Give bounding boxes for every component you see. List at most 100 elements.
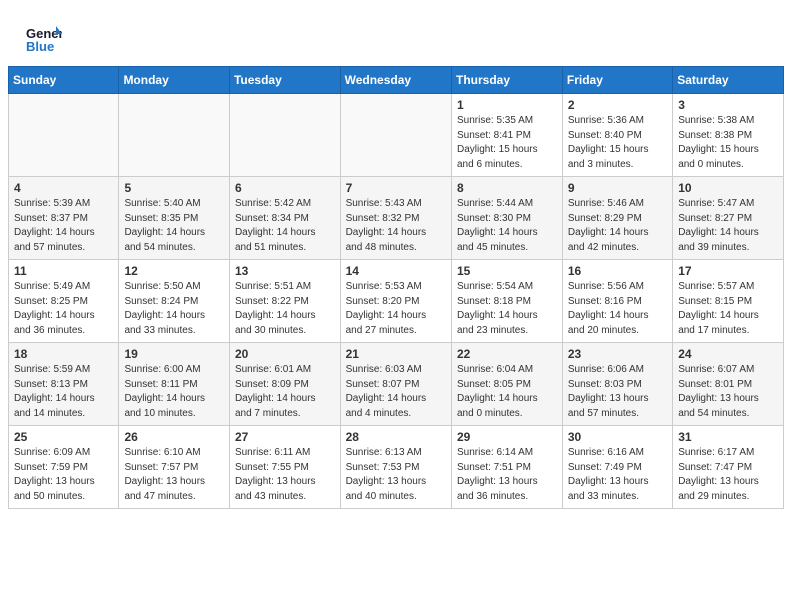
day-number: 17	[678, 264, 778, 278]
day-cell: 20Sunrise: 6:01 AM Sunset: 8:09 PM Dayli…	[229, 343, 340, 426]
day-number: 5	[124, 181, 224, 195]
day-cell: 23Sunrise: 6:06 AM Sunset: 8:03 PM Dayli…	[562, 343, 672, 426]
day-cell: 27 Sunrise: 6:11 AM Sunset: 7:55 PM Dayli…	[229, 426, 340, 509]
day-number: 11	[14, 264, 113, 278]
day-cell: 31 Sunrise: 6:17 AM Sunset: 7:47 PM Dayli…	[673, 426, 784, 509]
day-cell: 4 Sunrise: 5:39 AM Sunset: 8:37 PM Daylig…	[9, 177, 119, 260]
day-cell: 28 Sunrise: 6:13 AM Sunset: 7:53 PM Dayli…	[340, 426, 451, 509]
day-cell: 11 Sunrise: 5:49 AM Sunset: 8:25 PM Dayli…	[9, 260, 119, 343]
day-cell: 10Sunrise: 5:47 AM Sunset: 8:27 PM Dayli…	[673, 177, 784, 260]
day-info: Sunrise: 6:14 AM Sunset: 7:51 PM Dayligh…	[457, 446, 557, 504]
day-number: 6	[235, 181, 335, 195]
day-number: 28	[346, 430, 446, 444]
day-number: 2	[568, 98, 667, 112]
day-info: Sunrise: 6:11 AM Sunset: 7:55 PM Dayligh…	[235, 446, 335, 504]
day-info: Sunrise: 5:54 AM Sunset: 8:18 PM Dayligh…	[457, 280, 557, 338]
day-number: 12	[124, 264, 224, 278]
day-number: 24	[678, 347, 778, 361]
day-number: 25	[14, 430, 113, 444]
day-info: Sunrise: 6:07 AM Sunset: 8:01 PM Dayligh…	[678, 363, 778, 421]
day-number: 29	[457, 430, 557, 444]
weekday-header-thursday: Thursday	[451, 67, 562, 94]
day-info: Sunrise: 6:03 AM Sunset: 8:07 PM Dayligh…	[346, 363, 446, 421]
day-cell	[340, 94, 451, 177]
weekday-header-tuesday: Tuesday	[229, 67, 340, 94]
day-cell: 14Sunrise: 5:53 AM Sunset: 8:20 PM Dayli…	[340, 260, 451, 343]
day-number: 3	[678, 98, 778, 112]
day-cell: 13Sunrise: 5:51 AM Sunset: 8:22 PM Dayli…	[229, 260, 340, 343]
day-info: Sunrise: 6:09 AM Sunset: 7:59 PM Dayligh…	[14, 446, 113, 504]
day-info: Sunrise: 5:42 AM Sunset: 8:34 PM Dayligh…	[235, 197, 335, 255]
day-cell: 17 Sunrise: 5:57 AM Sunset: 8:15 PM Dayli…	[673, 260, 784, 343]
week-row-4: 18 Sunrise: 5:59 AM Sunset: 8:13 PM Dayli…	[9, 343, 784, 426]
week-row-3: 11 Sunrise: 5:49 AM Sunset: 8:25 PM Dayli…	[9, 260, 784, 343]
day-number: 26	[124, 430, 224, 444]
day-info: Sunrise: 5:39 AM Sunset: 8:37 PM Dayligh…	[14, 197, 113, 255]
day-info: Sunrise: 6:13 AM Sunset: 7:53 PM Dayligh…	[346, 446, 446, 504]
week-row-1: 1 Sunrise: 5:35 AM Sunset: 8:41 PM Daylig…	[9, 94, 784, 177]
day-info: Sunrise: 5:57 AM Sunset: 8:15 PM Dayligh…	[678, 280, 778, 338]
day-info: Sunrise: 6:10 AM Sunset: 7:57 PM Dayligh…	[124, 446, 224, 504]
day-cell: 19 Sunrise: 6:00 AM Sunset: 8:11 PM Dayli…	[119, 343, 230, 426]
day-info: Sunrise: 5:46 AM Sunset: 8:29 PM Dayligh…	[568, 197, 667, 255]
logo-icon: General Blue	[24, 18, 62, 56]
day-info: Sunrise: 5:56 AM Sunset: 8:16 PM Dayligh…	[568, 280, 667, 338]
day-cell: 12 Sunrise: 5:50 AM Sunset: 8:24 PM Dayli…	[119, 260, 230, 343]
day-info: Sunrise: 5:51 AM Sunset: 8:22 PM Dayligh…	[235, 280, 335, 338]
day-info: Sunrise: 5:47 AM Sunset: 8:27 PM Dayligh…	[678, 197, 778, 255]
day-cell	[229, 94, 340, 177]
day-info: Sunrise: 6:04 AM Sunset: 8:05 PM Dayligh…	[457, 363, 557, 421]
day-cell: 3 Sunrise: 5:38 AM Sunset: 8:38 PM Daylig…	[673, 94, 784, 177]
weekday-header-friday: Friday	[562, 67, 672, 94]
week-row-5: 25 Sunrise: 6:09 AM Sunset: 7:59 PM Dayli…	[9, 426, 784, 509]
logo: General Blue	[24, 18, 62, 56]
day-number: 31	[678, 430, 778, 444]
day-number: 9	[568, 181, 667, 195]
day-info: Sunrise: 6:16 AM Sunset: 7:49 PM Dayligh…	[568, 446, 667, 504]
day-number: 16	[568, 264, 667, 278]
day-cell: 9 Sunrise: 5:46 AM Sunset: 8:29 PM Daylig…	[562, 177, 672, 260]
day-cell: 26 Sunrise: 6:10 AM Sunset: 7:57 PM Dayli…	[119, 426, 230, 509]
day-cell: 21Sunrise: 6:03 AM Sunset: 8:07 PM Dayli…	[340, 343, 451, 426]
svg-text:Blue: Blue	[26, 39, 54, 54]
day-info: Sunrise: 5:49 AM Sunset: 8:25 PM Dayligh…	[14, 280, 113, 338]
day-cell: 2 Sunrise: 5:36 AM Sunset: 8:40 PM Daylig…	[562, 94, 672, 177]
day-info: Sunrise: 5:44 AM Sunset: 8:30 PM Dayligh…	[457, 197, 557, 255]
day-info: Sunrise: 5:40 AM Sunset: 8:35 PM Dayligh…	[124, 197, 224, 255]
day-cell: 22 Sunrise: 6:04 AM Sunset: 8:05 PM Dayli…	[451, 343, 562, 426]
day-number: 15	[457, 264, 557, 278]
day-info: Sunrise: 5:38 AM Sunset: 8:38 PM Dayligh…	[678, 114, 778, 172]
weekday-header-row: SundayMondayTuesdayWednesdayThursdayFrid…	[9, 67, 784, 94]
day-info: Sunrise: 6:00 AM Sunset: 8:11 PM Dayligh…	[124, 363, 224, 421]
day-cell: 8 Sunrise: 5:44 AM Sunset: 8:30 PM Daylig…	[451, 177, 562, 260]
day-info: Sunrise: 6:17 AM Sunset: 7:47 PM Dayligh…	[678, 446, 778, 504]
day-cell: 24 Sunrise: 6:07 AM Sunset: 8:01 PM Dayli…	[673, 343, 784, 426]
day-number: 4	[14, 181, 113, 195]
weekday-header-sunday: Sunday	[9, 67, 119, 94]
header: General Blue	[0, 0, 792, 66]
day-info: Sunrise: 5:59 AM Sunset: 8:13 PM Dayligh…	[14, 363, 113, 421]
day-info: Sunrise: 5:53 AM Sunset: 8:20 PM Dayligh…	[346, 280, 446, 338]
day-number: 1	[457, 98, 557, 112]
day-cell: 29 Sunrise: 6:14 AM Sunset: 7:51 PM Dayli…	[451, 426, 562, 509]
day-info: Sunrise: 5:35 AM Sunset: 8:41 PM Dayligh…	[457, 114, 557, 172]
day-cell: 1 Sunrise: 5:35 AM Sunset: 8:41 PM Daylig…	[451, 94, 562, 177]
day-cell: 16 Sunrise: 5:56 AM Sunset: 8:16 PM Dayli…	[562, 260, 672, 343]
day-number: 18	[14, 347, 113, 361]
weekday-header-monday: Monday	[119, 67, 230, 94]
day-info: Sunrise: 5:36 AM Sunset: 8:40 PM Dayligh…	[568, 114, 667, 172]
day-cell: 15 Sunrise: 5:54 AM Sunset: 8:18 PM Dayli…	[451, 260, 562, 343]
day-number: 22	[457, 347, 557, 361]
day-cell: 7Sunrise: 5:43 AM Sunset: 8:32 PM Daylig…	[340, 177, 451, 260]
calendar-table: SundayMondayTuesdayWednesdayThursdayFrid…	[8, 66, 784, 509]
day-cell: 25 Sunrise: 6:09 AM Sunset: 7:59 PM Dayli…	[9, 426, 119, 509]
weekday-header-wednesday: Wednesday	[340, 67, 451, 94]
day-info: Sunrise: 5:43 AM Sunset: 8:32 PM Dayligh…	[346, 197, 446, 255]
day-number: 19	[124, 347, 224, 361]
day-cell: 30Sunrise: 6:16 AM Sunset: 7:49 PM Dayli…	[562, 426, 672, 509]
day-cell: 18 Sunrise: 5:59 AM Sunset: 8:13 PM Dayli…	[9, 343, 119, 426]
day-number: 27	[235, 430, 335, 444]
day-info: Sunrise: 5:50 AM Sunset: 8:24 PM Dayligh…	[124, 280, 224, 338]
week-row-2: 4 Sunrise: 5:39 AM Sunset: 8:37 PM Daylig…	[9, 177, 784, 260]
day-number: 8	[457, 181, 557, 195]
